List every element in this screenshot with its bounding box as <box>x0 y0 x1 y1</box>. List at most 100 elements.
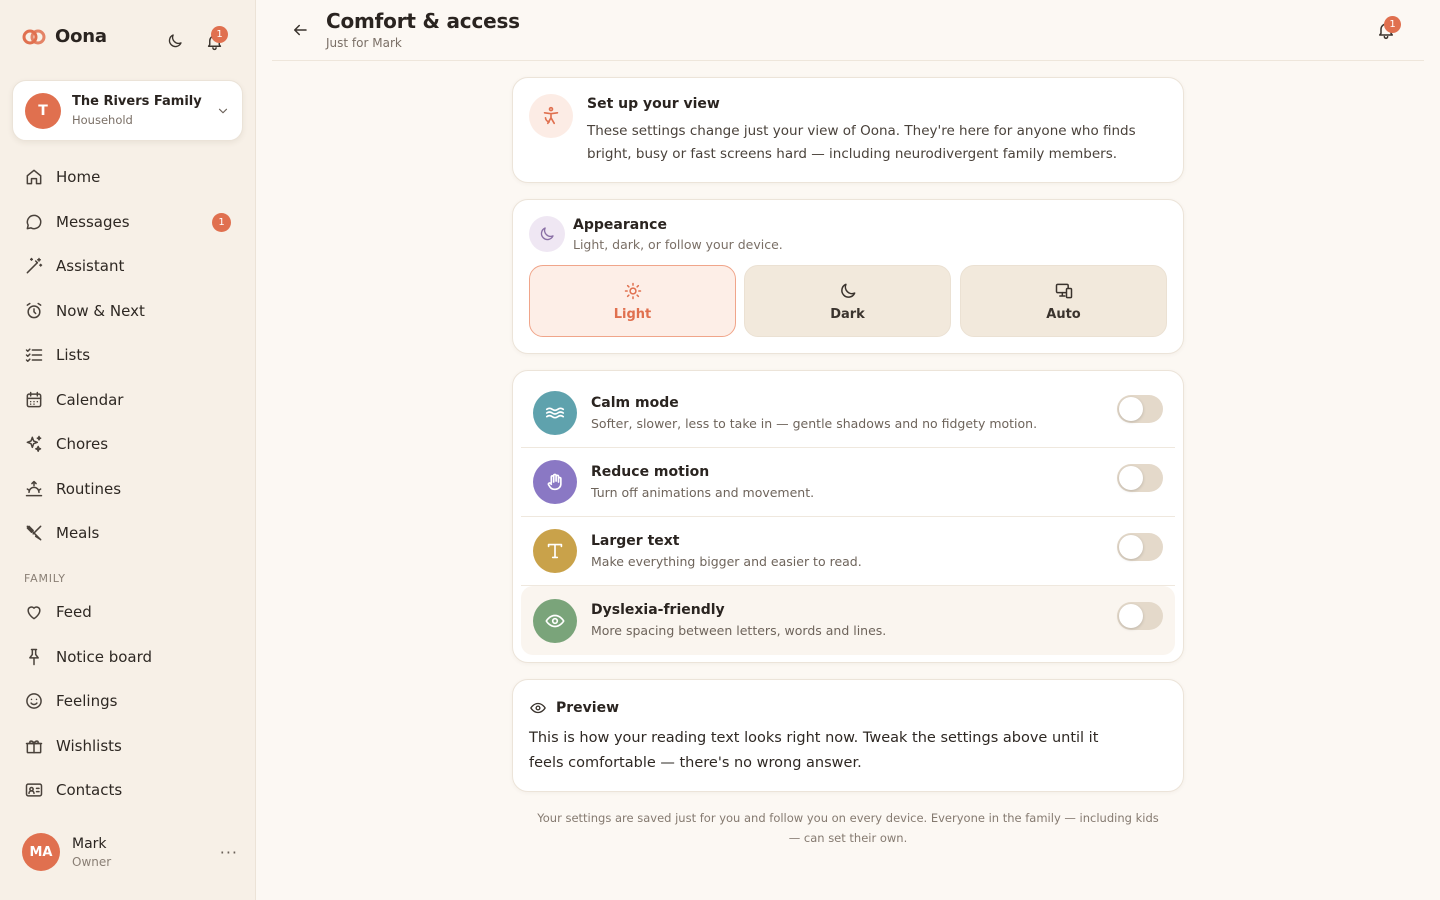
calm-mode-row: Calm mode Softer, slower, less to take i… <box>521 379 1175 448</box>
sidebar-item-meals[interactable]: Meals <box>12 513 244 553</box>
avatar: MA <box>22 833 60 871</box>
hand-icon <box>533 460 577 504</box>
setup-card: Set up your view These settings change j… <box>512 77 1184 183</box>
main-nav: Home Messages 1 Assistant Now & Next Lis… <box>12 157 244 553</box>
toggle-description: Make everything bigger and easier to rea… <box>591 554 862 569</box>
sidebar-item-notice-board[interactable]: Notice board <box>12 637 244 677</box>
appearance-option-label: Light <box>613 306 652 322</box>
contact-card-icon <box>23 779 45 801</box>
sidebar-item-home[interactable]: Home <box>12 157 244 197</box>
sun-icon <box>623 281 643 301</box>
toggle-knob <box>1119 466 1143 490</box>
household-type: Household <box>72 113 133 127</box>
sidebar-item-lists[interactable]: Lists <box>12 335 244 375</box>
toggle-knob <box>1119 397 1143 421</box>
appearance-dark-button[interactable]: Dark <box>744 265 951 337</box>
sidebar-item-label: Assistant <box>56 257 125 275</box>
sidebar-item-contacts[interactable]: Contacts <box>12 770 244 810</box>
calm-mode-toggle[interactable] <box>1117 395 1163 423</box>
settings-footer-note: Your settings are saved just for you and… <box>537 811 1159 845</box>
toggle-title: Calm mode <box>591 395 679 411</box>
devices-icon <box>1054 281 1074 301</box>
brand[interactable]: Oona <box>22 26 107 47</box>
messages-badge: 1 <box>212 212 231 232</box>
toggle-description: More spacing between letters, words and … <box>591 623 887 638</box>
user-name: Mark <box>72 835 107 852</box>
accessibility-icon <box>529 94 573 138</box>
sidebar-item-label: Meals <box>56 524 100 542</box>
preview-title: Preview <box>556 700 620 716</box>
sidebar-item-label: Feelings <box>56 692 118 710</box>
appearance-title: Appearance <box>573 217 667 233</box>
reduce-motion-toggle[interactable] <box>1117 464 1163 492</box>
chevron-down-icon <box>216 104 230 118</box>
household-name: The Rivers Family <box>72 94 202 109</box>
sidebar-item-label: Notice board <box>56 647 153 666</box>
utensils-icon <box>23 522 45 544</box>
sidebar-item-label: Wishlists <box>56 736 122 755</box>
reduce-motion-row: Reduce motion Turn off animations and mo… <box>521 448 1175 517</box>
magic-wand-icon <box>23 255 45 277</box>
brand-name: Oona <box>55 26 107 47</box>
sidebar-item-chores[interactable]: Chores <box>12 424 244 464</box>
sidebar-item-assistant[interactable]: Assistant <box>12 246 244 286</box>
page-subtitle: Just for Mark <box>326 36 402 50</box>
back-button[interactable] <box>288 18 312 42</box>
appearance-option-label: Auto <box>1046 306 1081 322</box>
header-notifications-button[interactable]: 1 <box>1376 16 1401 42</box>
toggle-knob <box>1119 604 1143 628</box>
smiley-icon <box>23 690 45 712</box>
sidebar-item-messages[interactable]: Messages 1 <box>12 202 244 242</box>
arrow-left-icon <box>291 21 309 39</box>
pin-icon <box>23 646 45 668</box>
sidebar-item-now-next[interactable]: Now & Next <box>12 291 244 331</box>
eye-icon <box>529 699 547 717</box>
header-divider <box>272 60 1424 61</box>
appearance-auto-button[interactable]: Auto <box>960 265 1167 337</box>
larger-text-toggle[interactable] <box>1117 533 1163 561</box>
dark-mode-toggle-button[interactable] <box>164 30 186 52</box>
appearance-card: Appearance Light, dark, or follow your d… <box>512 199 1184 354</box>
sunrise-icon <box>23 478 45 500</box>
sidebar: Oona 1 T The Rivers Family Household Hom… <box>0 0 256 900</box>
sidebar-item-label: Contacts <box>56 781 123 799</box>
comfort-toggles-card: Calm mode Softer, slower, less to take i… <box>512 370 1184 663</box>
sidebar-item-feed[interactable]: Feed <box>12 592 244 632</box>
checklist-icon <box>23 344 45 366</box>
alarm-clock-icon <box>23 300 45 322</box>
family-section-label: FAMILY <box>24 572 66 585</box>
family-nav: Feed Notice board Feelings Wishlists Con… <box>12 592 244 810</box>
message-icon <box>23 211 45 233</box>
appearance-subtitle: Light, dark, or follow your device. <box>573 237 783 252</box>
heart-icon <box>23 601 45 623</box>
sidebar-item-calendar[interactable]: Calendar <box>12 380 244 420</box>
calendar-icon <box>23 389 45 411</box>
household-avatar: T <box>25 92 61 129</box>
waves-icon <box>533 391 577 435</box>
dyslexia-friendly-toggle[interactable] <box>1117 602 1163 630</box>
user-profile[interactable]: MA Mark Owner ··· <box>22 833 238 871</box>
toggle-knob <box>1119 535 1143 559</box>
toggle-title: Dyslexia-friendly <box>591 602 725 618</box>
notification-badge: 1 <box>1384 16 1401 33</box>
sidebar-item-label: Now & Next <box>56 301 145 320</box>
household-switcher[interactable]: T The Rivers Family Household <box>12 80 243 141</box>
appearance-light-button[interactable]: Light <box>529 265 736 337</box>
sidebar-item-feelings[interactable]: Feelings <box>12 681 244 721</box>
sidebar-notifications-button[interactable]: 1 <box>203 26 228 52</box>
sidebar-item-label: Routines <box>56 479 122 498</box>
sidebar-item-label: Home <box>56 168 101 186</box>
appearance-option-label: Dark <box>830 306 865 322</box>
preview-card: Preview This is how your reading text lo… <box>512 679 1184 792</box>
moon-icon <box>529 216 565 252</box>
sidebar-item-wishlists[interactable]: Wishlists <box>12 726 244 766</box>
moon-icon <box>838 281 858 301</box>
notification-badge: 1 <box>211 26 228 43</box>
page-title: Comfort & access <box>326 9 520 33</box>
sidebar-item-routines[interactable]: Routines <box>12 469 244 509</box>
sidebar-item-label: Chores <box>56 435 109 453</box>
oona-logo-icon <box>22 29 46 45</box>
more-options-button[interactable]: ··· <box>220 843 238 862</box>
text-size-icon <box>533 529 577 573</box>
gift-icon <box>23 735 45 757</box>
